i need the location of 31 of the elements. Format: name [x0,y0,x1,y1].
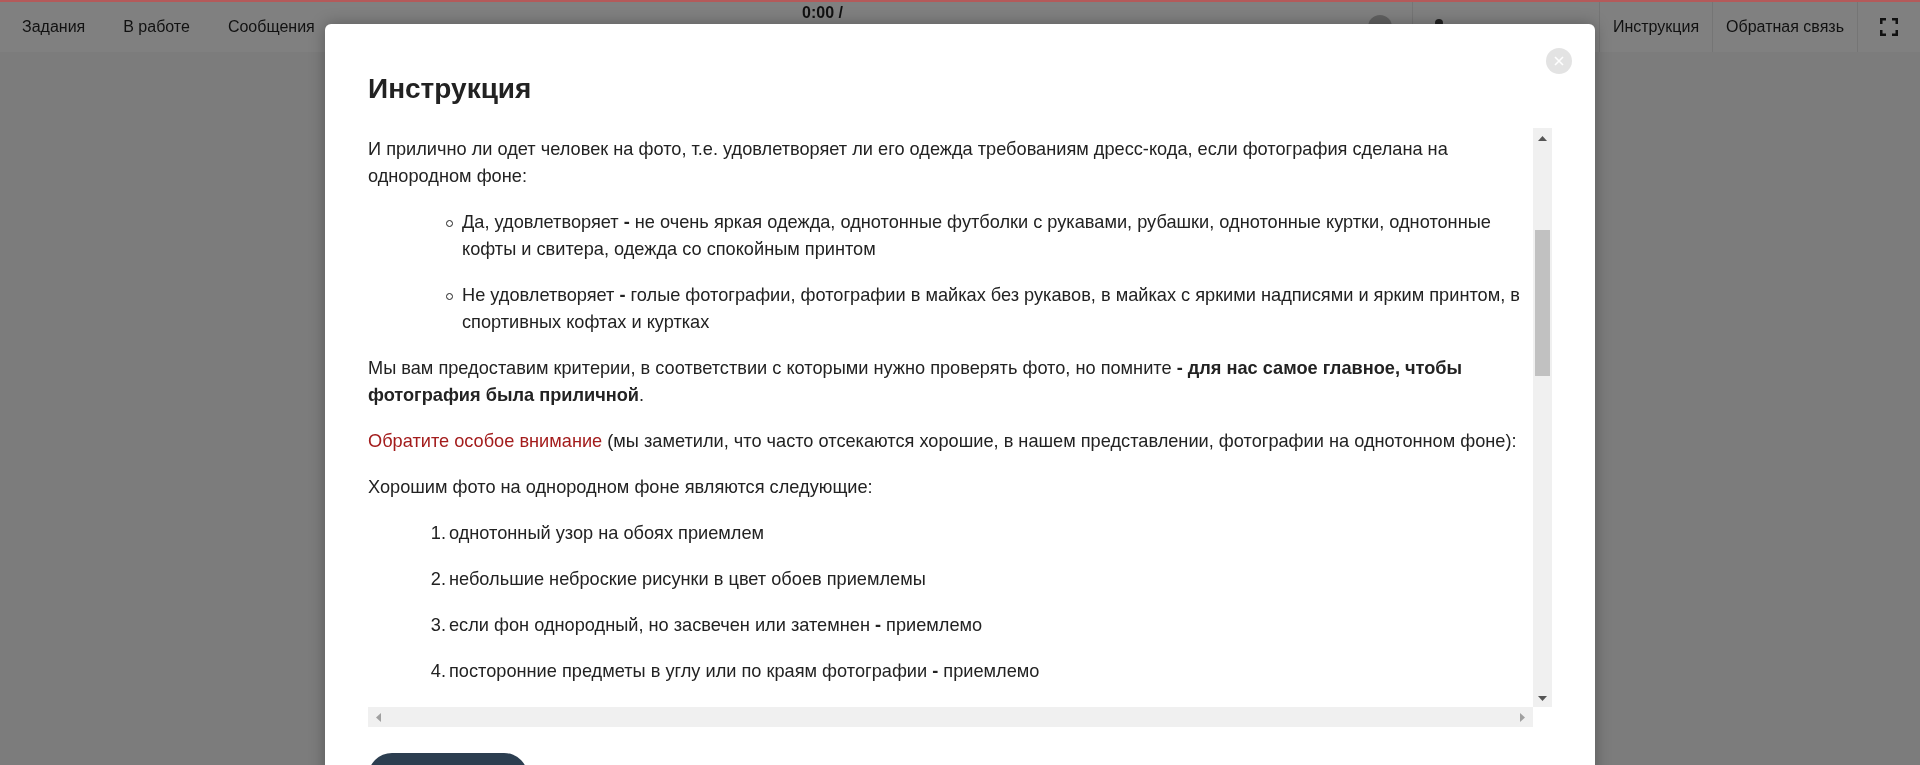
paragraph: Хорошим фото на однородном фоне являются следующие: [368,476,874,499]
list-item: Да, удовлетворяет - не очень яркая одежда, однотонные футболки с рукавами, рубашки, однотонные куртки, однотонные кофты и свитера, одежда со спокойным принтом [462,211,1492,261]
header-link[interactable]: Инструкция [1599,2,1714,52]
fullscreen-icon[interactable] [1880,18,1898,36]
nav-link[interactable]: Сообщения [227,15,315,39]
list-item: Не удовлетворяет - голые фотографии, фотографии в майках без рукавов, в майках с яркими надписями и ярким принтом, в спортивных кофтах и куртках [462,284,1521,334]
modal-title: Инструкция [368,72,532,106]
scroll-down-icon [1538,696,1547,701]
scrollbar-thumb[interactable] [1535,230,1550,376]
horizontal-scrollbar[interactable] [368,707,1533,727]
timer: 0:00 / [802,3,843,23]
list-number: 2. [429,568,446,591]
nav-link[interactable]: Задания [22,15,86,39]
close-button[interactable] [1546,48,1572,74]
list-item: посторонние предметы в углу или по краям фотографии - приемлемо [449,660,1040,683]
scroll-right-icon [1520,712,1525,722]
header-link[interactable]: Обратная связь [1713,2,1858,52]
nav-link[interactable]: В работе [123,15,190,39]
list-number: 4. [429,660,446,683]
list-item: если фон однородный, но засвечен или затемнен - приемлемо [449,614,983,637]
paragraph: Мы вам предоставим критерии, в соответствии с которыми нужно проверять фото, но помните - для нас самое главное, чтобы фотография была приличной. [368,357,1464,407]
scroll-up-icon [1538,136,1547,141]
close-icon [1554,56,1564,66]
list-item: небольшие неброские рисунки в цвет обоев приемлемы [449,568,926,591]
list-number: 1. [429,522,446,545]
list-number: 3. [429,614,446,637]
list-item: однотонный узор на обоях приемлем [449,522,765,545]
vertical-scrollbar[interactable] [1533,128,1552,707]
scroll-left-icon [376,712,381,722]
paragraph: Обратите особое внимание (мы заметили, что часто отсекаются хорошие, в нашем представлении, фотографии на однотонном фоне): [368,430,1518,453]
paragraph: И прилично ли одет человек на фото, т.е. удовлетворяет ли его одежда требованиям дресс-кода, если фотография сделана на однородном фоне: [368,138,1449,188]
